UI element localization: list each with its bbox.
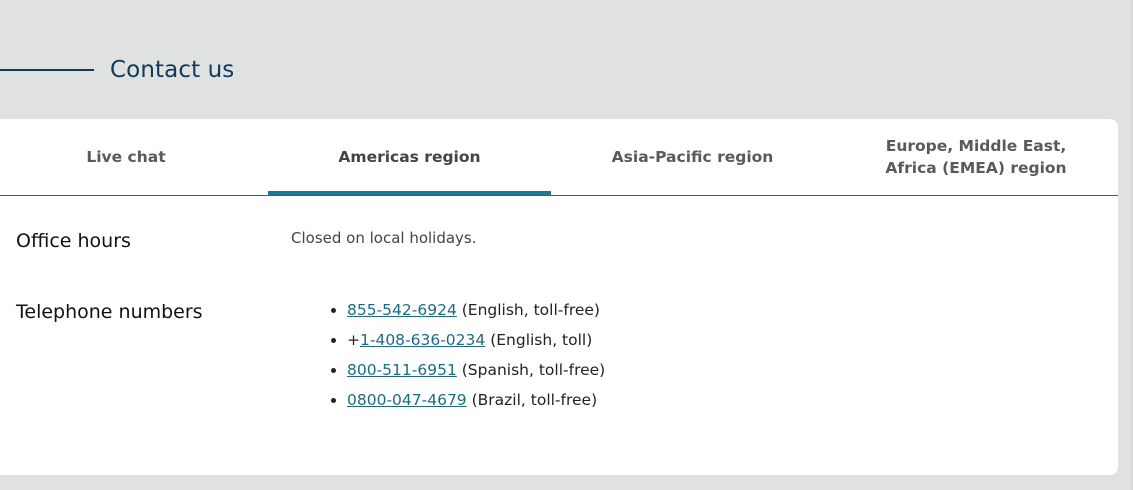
office-hours-label: Office hours — [16, 230, 131, 252]
section-heading: Contact us — [0, 52, 234, 88]
active-tab-indicator — [268, 191, 551, 195]
tab-label: Asia-Pacific region — [611, 148, 774, 166]
list-item: 855-542-6924 (English, toll-free) — [347, 295, 605, 325]
tab-asia-pacific-region[interactable]: Asia-Pacific region — [551, 119, 834, 195]
list-item: 0800-047-4679 (Brazil, toll-free) — [347, 385, 605, 415]
list-item: +1-408-636-0234 (English, toll) — [347, 325, 605, 355]
phone-list: 855-542-6924 (English, toll-free) +1-408… — [325, 295, 605, 415]
phone-link[interactable]: 800-511-6951 — [347, 361, 457, 379]
tab-label: Americas region — [338, 148, 481, 166]
contact-card: Live chat Americas region Asia-Pacific r… — [0, 119, 1118, 475]
tab-label: Europe, Middle East, Africa (EMEA) regio… — [885, 137, 1067, 177]
phone-link[interactable]: 1-408-636-0234 — [360, 331, 485, 349]
phone-link[interactable]: 0800-047-4679 — [347, 391, 467, 409]
telephone-numbers-label: Telephone numbers — [16, 301, 203, 323]
phone-note: (Spanish, toll-free) — [456, 361, 606, 379]
tab-americas-region[interactable]: Americas region — [268, 119, 551, 195]
list-item: 800-511-6951 (Spanish, toll-free) — [347, 355, 605, 385]
heading-rule — [0, 69, 94, 71]
phone-note: (English, toll-free) — [456, 301, 600, 319]
phone-note: (Brazil, toll-free) — [466, 391, 598, 409]
phone-prefix: + — [347, 331, 360, 349]
office-hours-text: Closed on local holidays. — [291, 229, 477, 247]
tab-label: Live chat — [86, 148, 166, 166]
phone-link[interactable]: 855-542-6924 — [347, 301, 457, 319]
tab-emea-region[interactable]: Europe, Middle East, Africa (EMEA) regio… — [834, 119, 1118, 195]
page-title: Contact us — [110, 57, 235, 83]
phone-note: (English, toll) — [485, 331, 593, 349]
tab-live-chat[interactable]: Live chat — [0, 119, 252, 195]
region-tabs: Live chat Americas region Asia-Pacific r… — [0, 119, 1118, 196]
